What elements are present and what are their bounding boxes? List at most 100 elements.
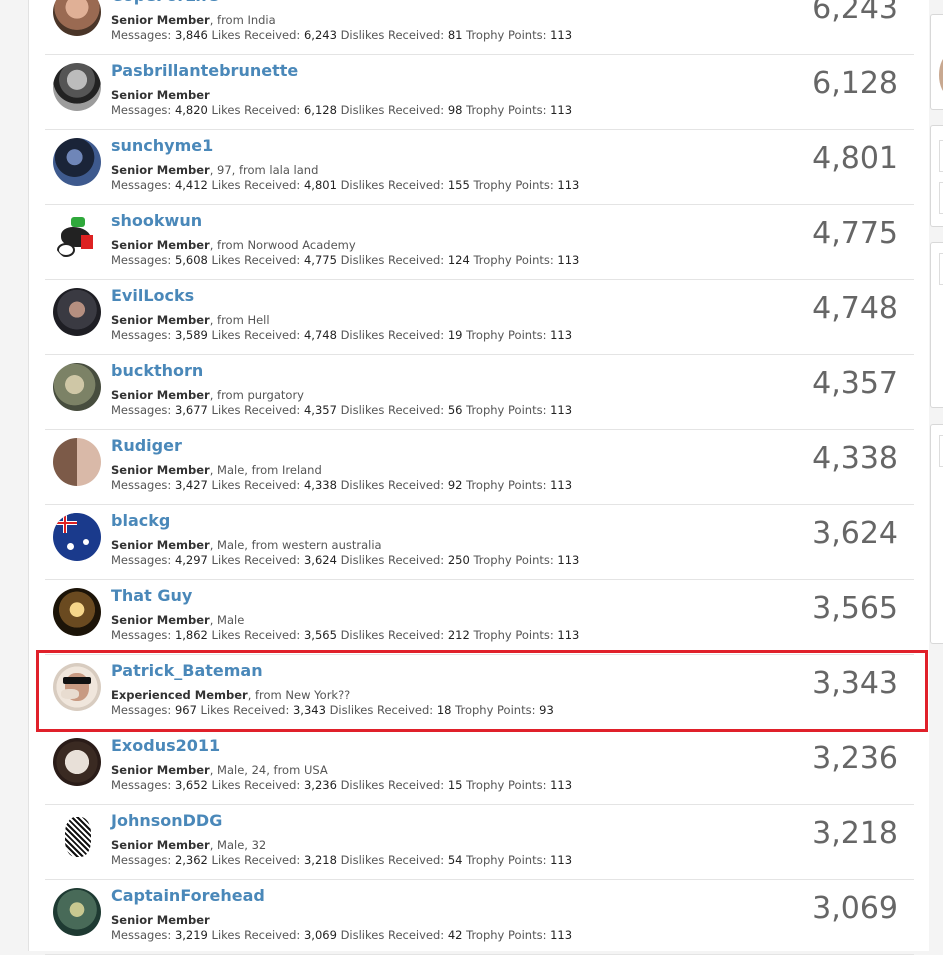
member-score: 4,801 [812, 141, 898, 176]
member-username-link[interactable]: buckthorn [111, 361, 203, 380]
likes-value: 3,565 [303, 628, 337, 642]
avatar[interactable] [53, 513, 101, 561]
dislikes-label: Dislikes Received: [340, 28, 445, 42]
sidebar-field[interactable] [939, 253, 943, 285]
member-row: JohnsonDDG Senior Member, Male, 32 Message… [45, 805, 914, 880]
member-info: Senior Member, from Norwood Academy [111, 238, 356, 252]
member-details: , from India [209, 13, 276, 27]
member-score: 6,243 [812, 0, 898, 26]
member-username-link[interactable]: Patrick_Bateman [111, 661, 263, 680]
avatar[interactable] [53, 63, 101, 111]
dislikes-label: Dislikes Received: [340, 628, 445, 642]
member-username-link[interactable]: EvilLocks [111, 286, 194, 305]
trophy-value: 113 [550, 28, 573, 42]
member-username-link[interactable]: That Guy [111, 586, 192, 605]
trophy-value: 113 [557, 253, 580, 267]
member-stats: Messages: 3,219 Likes Received: 3,069 Di… [111, 928, 572, 942]
member-username-link[interactable]: shookwun [111, 211, 202, 230]
messages-label: Messages: [111, 703, 172, 717]
likes-value: 3,343 [292, 703, 326, 717]
member-username-link[interactable]: Exodus2011 [111, 736, 220, 755]
member-username-link[interactable]: sunchyme1 [111, 136, 213, 155]
messages-label: Messages: [111, 853, 172, 867]
member-row: shookwun Senior Member, from Norwood Acad… [45, 205, 914, 280]
trophy-label: Trophy Points: [466, 928, 547, 942]
dislikes-value: 18 [436, 703, 452, 717]
member-info: Senior Member, 97, from lala land [111, 163, 318, 177]
likes-label: Likes Received: [211, 478, 301, 492]
messages-value: 3,219 [174, 928, 208, 942]
trophy-value: 93 [539, 703, 554, 717]
trophy-value: 113 [550, 853, 573, 867]
dislikes-value: 15 [447, 778, 463, 792]
member-title: Senior Member [111, 88, 210, 102]
likes-label: Likes Received: [211, 628, 301, 642]
member-username-link[interactable]: Pasbrillantebrunette [111, 61, 298, 80]
sidebar-input-2[interactable] [939, 182, 943, 214]
sidebar-field-2[interactable] [939, 435, 943, 467]
member-score: 3,218 [812, 816, 898, 851]
messages-label: Messages: [111, 478, 172, 492]
dislikes-value: 81 [447, 28, 463, 42]
likes-label: Likes Received: [211, 328, 301, 342]
trophy-label: Trophy Points: [473, 628, 554, 642]
member-info: Senior Member, from purgatory [111, 388, 304, 402]
likes-value: 4,775 [303, 253, 337, 267]
member-title: Senior Member [111, 313, 210, 327]
member-row: Rudiger Senior Member, Male, from Ireland… [45, 430, 914, 505]
member-title: Experienced Member [111, 688, 248, 702]
messages-value: 3,652 [174, 778, 208, 792]
member-details: , 97, from lala land [209, 163, 319, 177]
dislikes-value: 250 [447, 553, 470, 567]
avatar[interactable] [53, 438, 101, 486]
member-title: Senior Member [111, 463, 210, 477]
likes-label: Likes Received: [211, 553, 301, 567]
avatar[interactable] [53, 213, 101, 261]
avatar[interactable] [53, 738, 101, 786]
member-username-link[interactable]: blackg [111, 511, 170, 530]
member-row: Exodus2011 Senior Member, Male, 24, from … [45, 730, 914, 805]
member-stats: Messages: 4,297 Likes Received: 3,624 Di… [111, 553, 579, 567]
member-username-link[interactable]: JohnsonDDG [111, 811, 222, 830]
member-stats: Messages: 5,608 Likes Received: 4,775 Di… [111, 253, 579, 267]
likes-label: Likes Received: [211, 853, 301, 867]
dislikes-label: Dislikes Received: [340, 478, 445, 492]
member-title: Senior Member [111, 238, 210, 252]
member-title: Senior Member [111, 388, 210, 402]
member-username-link[interactable]: CopeForLife [111, 0, 219, 5]
member-row: That Guy Senior Member, Male Messages: 1,8… [45, 580, 914, 655]
messages-value: 5,608 [174, 253, 208, 267]
avatar[interactable] [53, 363, 101, 411]
avatar[interactable] [53, 288, 101, 336]
avatar[interactable] [53, 588, 101, 636]
member-details: , from purgatory [209, 388, 304, 402]
avatar[interactable] [53, 663, 101, 711]
member-row: sunchyme1 Senior Member, 97, from lala la… [45, 130, 914, 205]
avatar[interactable] [53, 888, 101, 936]
messages-value: 4,820 [174, 103, 208, 117]
avatar[interactable] [53, 813, 101, 861]
messages-label: Messages: [111, 928, 172, 942]
dislikes-label: Dislikes Received: [340, 403, 445, 417]
avatar[interactable] [53, 0, 101, 36]
dislikes-label: Dislikes Received: [329, 703, 434, 717]
trophy-label: Trophy Points: [466, 103, 547, 117]
member-details: , from Norwood Academy [209, 238, 356, 252]
avatar[interactable] [53, 138, 101, 186]
likes-value: 3,236 [303, 778, 337, 792]
sidebar-widget-3 [930, 242, 943, 408]
member-username-link[interactable]: Rudiger [111, 436, 182, 455]
dislikes-label: Dislikes Received: [340, 928, 445, 942]
likes-value: 6,128 [303, 103, 337, 117]
sidebar-input[interactable] [939, 140, 943, 172]
sidebar-avatar[interactable] [939, 55, 943, 95]
trophy-label: Trophy Points: [466, 403, 547, 417]
member-username-link[interactable]: CaptainForehead [111, 886, 265, 905]
sidebar-widget-1 [930, 14, 943, 110]
likes-value: 3,069 [303, 928, 337, 942]
messages-label: Messages: [111, 28, 172, 42]
member-score: 4,775 [812, 216, 898, 251]
member-stats: Messages: 3,677 Likes Received: 4,357 Di… [111, 403, 572, 417]
member-title: Senior Member [111, 538, 210, 552]
dislikes-value: 54 [447, 853, 463, 867]
